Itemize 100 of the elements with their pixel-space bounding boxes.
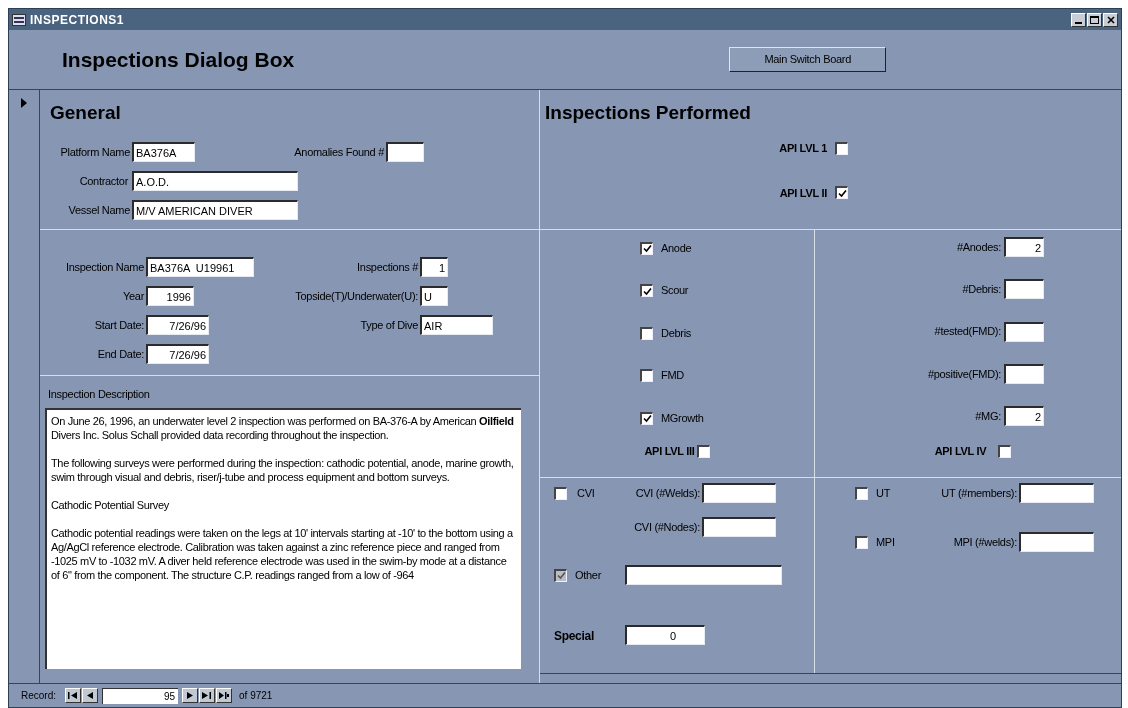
field-label: Other: [575, 567, 601, 583]
current-record-icon: [21, 98, 27, 108]
input-field[interactable]: AIR: [420, 315, 493, 335]
description-paragraph: Cathodic Potential Survey: [51, 497, 170, 512]
input-field[interactable]: [702, 517, 776, 537]
checkbox[interactable]: [640, 411, 653, 425]
checkbox[interactable]: [835, 141, 848, 155]
left-triangle-icon: [85, 692, 95, 699]
input-field[interactable]: [1004, 321, 1044, 342]
field-label: Anomalies Found #: [294, 144, 384, 160]
record-count: of 9721: [239, 689, 273, 703]
close-button[interactable]: [1103, 12, 1118, 27]
input-field[interactable]: M/V AMERICAN DIVER: [132, 200, 298, 220]
field-label: API LVL III: [644, 444, 695, 460]
checkbox[interactable]: [835, 186, 848, 200]
description-paragraph: On June 26, 1996, an underwater level 2 inspection was performed on BA-376-A by American Oilfield Divers Inc. Solus Schall provided data recording throughout the inspection.: [51, 413, 515, 442]
checkbox[interactable]: [640, 284, 653, 297]
field-label: UT: [876, 485, 891, 501]
field-label: FMD: [661, 368, 684, 384]
field-label: API LVL II: [779, 185, 827, 201]
field-label: End Date:: [97, 346, 144, 362]
input-field[interactable]: 1996: [146, 286, 194, 306]
input-field[interactable]: A.O.D.: [132, 171, 298, 191]
next-record-button[interactable]: [182, 688, 198, 703]
input-field[interactable]: [1004, 279, 1044, 300]
description-text-area[interactable]: [45, 407, 521, 669]
section-label: Inspection Description: [48, 387, 151, 402]
close-icon: [1106, 15, 1115, 24]
field-label: #tested(FMD):: [934, 324, 1001, 340]
previous-record-button[interactable]: [82, 688, 98, 703]
main-switch-board-button[interactable]: Main Switch Board: [729, 47, 887, 72]
input-field[interactable]: BA376A U19961: [146, 257, 254, 277]
maximize-button[interactable]: [1087, 12, 1102, 27]
section-heading: General: [50, 102, 122, 124]
field-label: CVI (#Nodes):: [634, 519, 700, 535]
field-label: Platform Name: [60, 144, 130, 160]
input-field[interactable]: [702, 483, 776, 503]
field-label: Year: [122, 288, 144, 304]
field-label: CVI (#Welds):: [635, 485, 700, 501]
new-record-button[interactable]: [216, 688, 232, 703]
input-field[interactable]: [386, 142, 424, 162]
field-label: Topside(T)/Underwater(U):: [295, 288, 418, 304]
field-label: #positive(FMD):: [927, 366, 1001, 382]
record-label: Record:: [21, 689, 56, 703]
record-number-field[interactable]: 95: [102, 687, 178, 704]
first-record-button[interactable]: [65, 688, 81, 703]
input-field[interactable]: U: [420, 286, 448, 306]
input-field[interactable]: [1019, 483, 1094, 503]
input-field[interactable]: 7/26/96: [146, 344, 209, 364]
checkbox[interactable]: [855, 535, 868, 549]
field-label: Anode: [661, 240, 692, 256]
field-label: Contractor: [79, 173, 128, 189]
description-paragraph: Cathodic potential readings were taken on the legs at 10' intervals starting at -10' to the bottom using a Ag/AgCl reference electrode. Calibration was taken against a zinc reference piece and ranged from -1025 mV to -1032 mV. A diver held reference electrode was used in the swim-by mode at a distance of 6" from the component. The structure C.P. readings ranged from a low of -964: [51, 525, 514, 582]
window-icon: [12, 13, 26, 26]
field-label: Inspection Name: [65, 259, 144, 275]
checkbox[interactable]: [998, 445, 1012, 458]
field-label: Special: [554, 629, 594, 643]
input-field[interactable]: 7/26/96: [146, 315, 209, 335]
field-label: API LVL IV: [934, 444, 987, 460]
right-triangle-icon: [185, 692, 195, 699]
field-label: Type of Dive: [360, 317, 418, 333]
field-label: MPI: [876, 534, 895, 550]
input-field[interactable]: [1019, 532, 1094, 552]
input-field[interactable]: 0: [625, 625, 705, 645]
input-field[interactable]: [1004, 363, 1044, 384]
minimize-icon: [1075, 21, 1082, 24]
checkbox[interactable]: [554, 486, 567, 500]
field-label: MGrowth: [661, 410, 704, 426]
input-field[interactable]: 1: [420, 257, 448, 277]
checkbox[interactable]: [855, 486, 868, 500]
field-label: API LVL 1: [779, 141, 827, 156]
new-record-icon: [219, 692, 229, 699]
checkbox[interactable]: [640, 326, 653, 340]
checkbox[interactable]: [640, 369, 653, 382]
field-label: CVI: [577, 485, 595, 501]
field-label: #Debris:: [962, 282, 1001, 297]
field-label: Inspections #: [357, 259, 418, 275]
input-field[interactable]: 2: [1004, 406, 1044, 426]
skip-to-end-icon: [202, 692, 212, 699]
window-title: INSPECTIONS1: [30, 11, 125, 29]
input-field[interactable]: [625, 565, 782, 585]
last-record-button[interactable]: [199, 688, 215, 703]
section-heading: Inspections Performed: [545, 102, 752, 124]
checkbox[interactable]: [696, 445, 710, 458]
maximize-icon: [1090, 15, 1099, 24]
skip-to-start-icon: [68, 692, 78, 699]
input-field[interactable]: BA376A: [132, 142, 195, 162]
field-label: Vessel Name: [68, 202, 130, 218]
field-label: #MG:: [975, 408, 1001, 424]
minimize-button[interactable]: [1071, 12, 1086, 27]
field-label: Debris: [661, 325, 691, 341]
field-label: UT (#members):: [941, 485, 1017, 501]
field-label: Start Date:: [94, 317, 144, 333]
checkbox[interactable]: [640, 241, 653, 255]
form-title: Inspections Dialog Box: [62, 46, 295, 73]
field-label: MPI (#welds):: [953, 534, 1017, 550]
field-label: #Anodes:: [956, 239, 1001, 255]
description-paragraph: The following surveys were performed during the inspection: cathodic potential, anode, marine growth, swim through visual and debris, riser/j-tube and process equipment and bottom surveys.: [51, 455, 515, 484]
field-label: Scour: [661, 283, 689, 299]
input-field[interactable]: 2: [1004, 237, 1044, 257]
